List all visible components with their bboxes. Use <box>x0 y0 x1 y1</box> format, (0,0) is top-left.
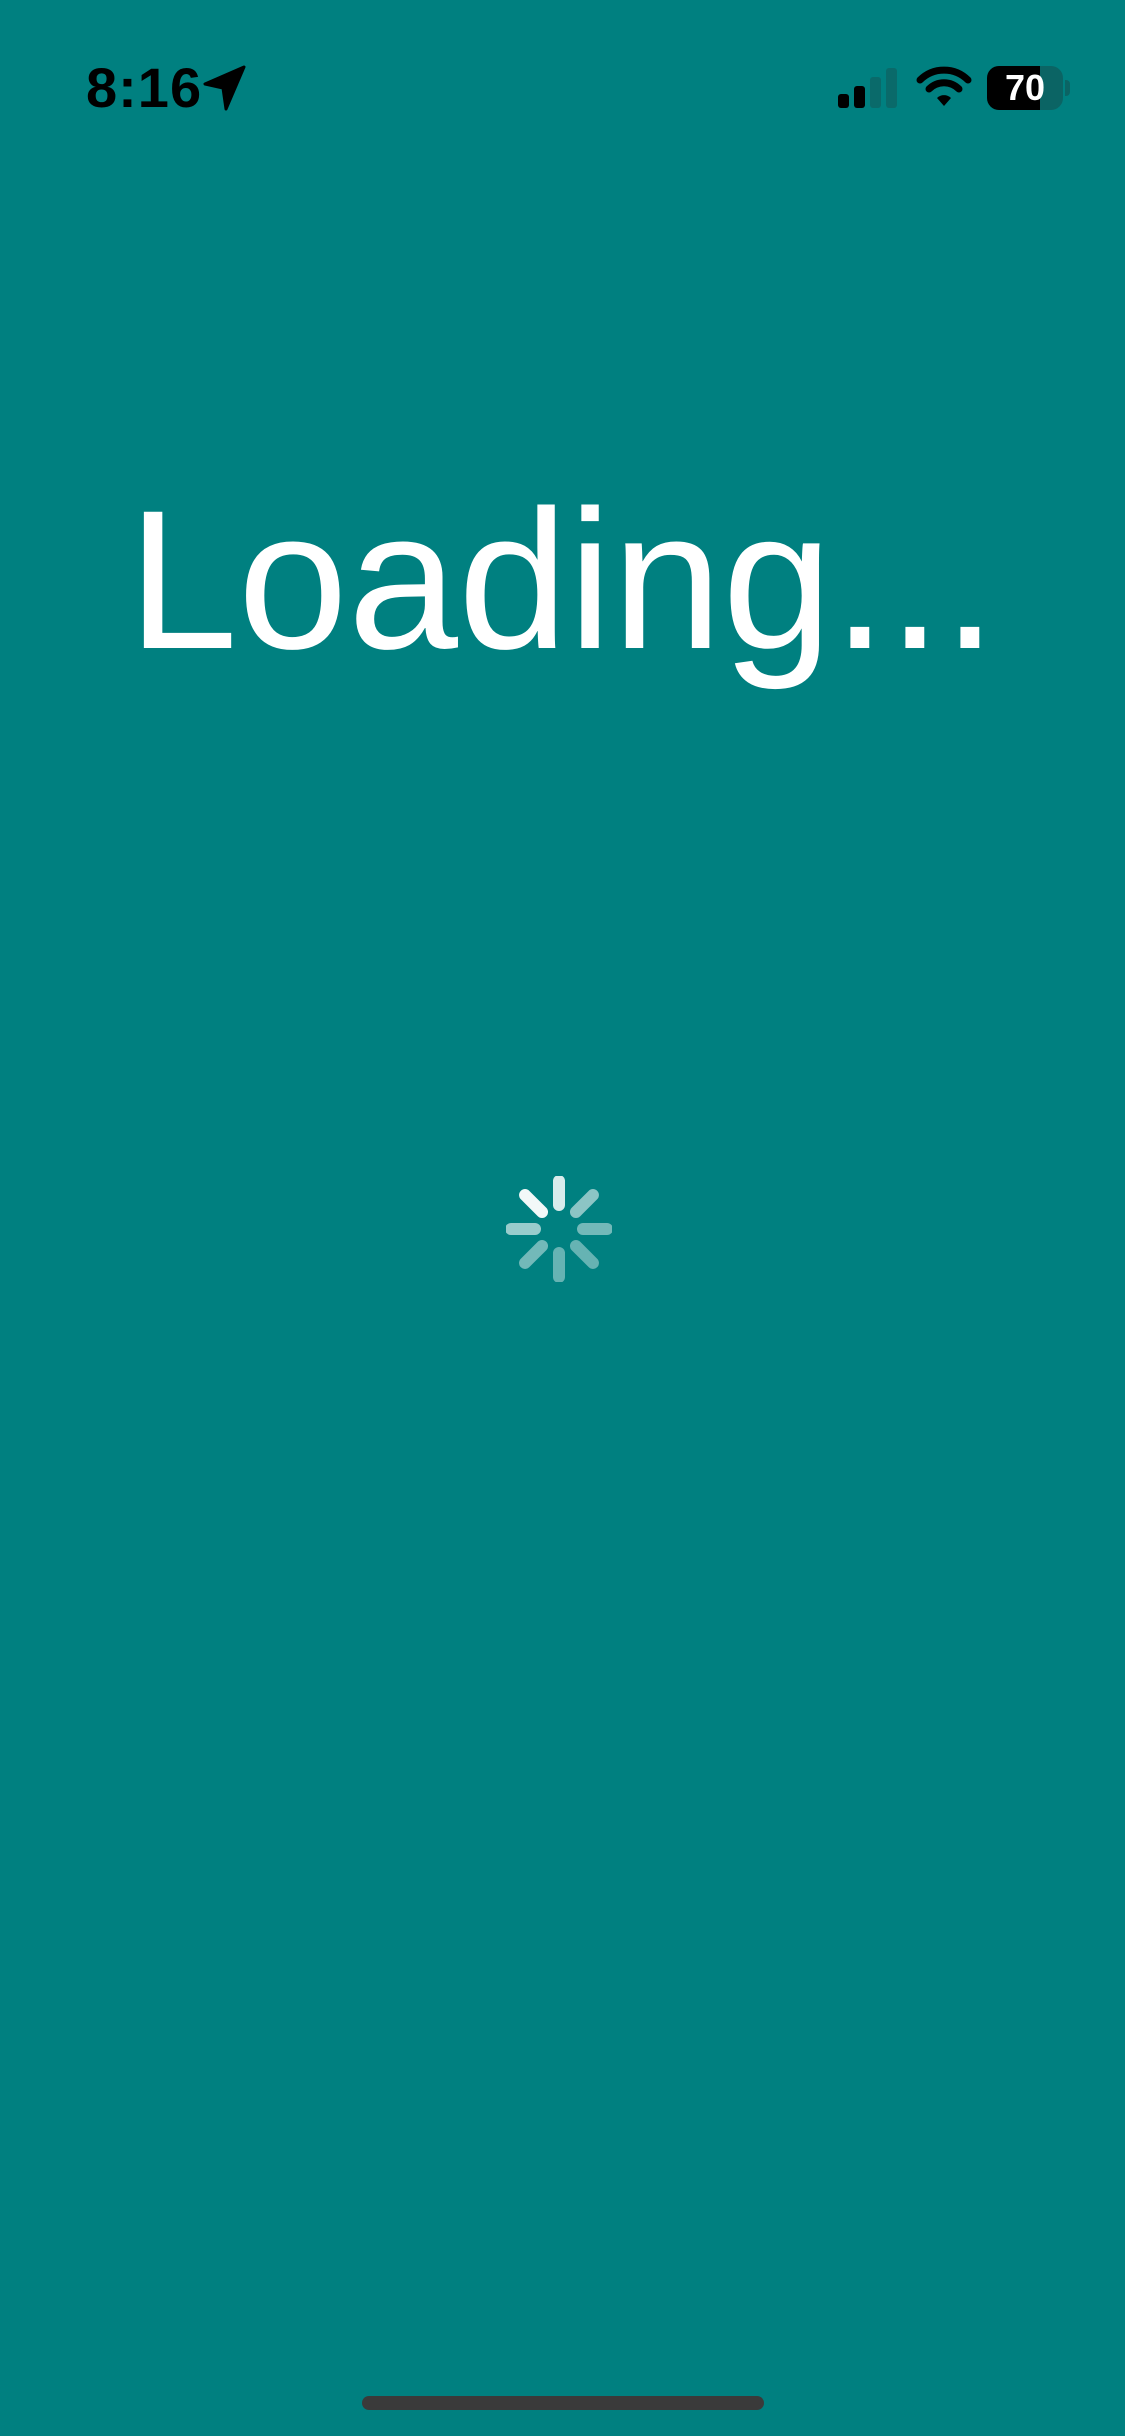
spinner-spoke <box>569 1189 599 1219</box>
spinner-spoke <box>519 1189 549 1219</box>
wifi-icon <box>916 66 972 106</box>
battery-body: 70 <box>987 66 1063 110</box>
loading-title: Loading... <box>127 469 998 690</box>
spinner-spoke <box>569 1239 599 1269</box>
battery-indicator: 70 <box>987 66 1070 110</box>
status-time: 8:16 <box>86 56 203 119</box>
spinner-spoke <box>519 1239 549 1269</box>
activity-spinner-icon <box>506 1176 612 1282</box>
status-bar: 8:16 70 <box>0 0 1125 160</box>
battery-cap <box>1065 80 1070 96</box>
cellular-signal-icon <box>838 68 897 108</box>
home-indicator[interactable] <box>362 2396 764 2410</box>
location-arrow-icon <box>203 65 246 111</box>
battery-level: 70 <box>1004 67 1046 108</box>
